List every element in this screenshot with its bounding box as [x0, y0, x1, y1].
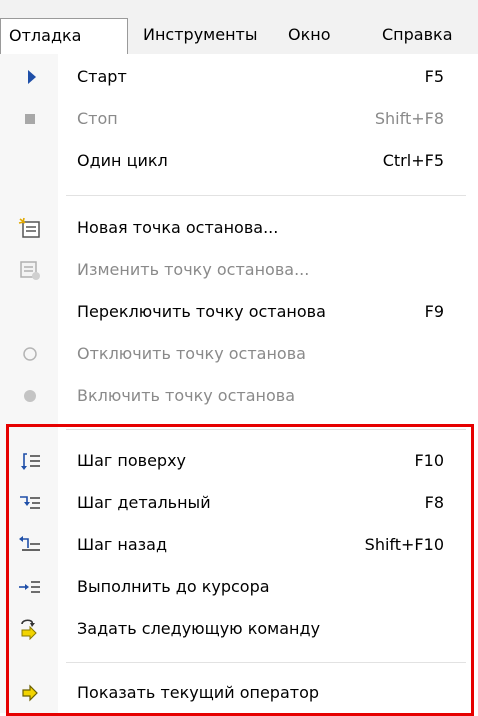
- menu-item-step-back[interactable]: Шаг назад Shift+F10: [0, 524, 478, 566]
- menu-item-edit-breakpoint[interactable]: Изменить точку останова...: [0, 249, 478, 291]
- menu-item-shortcut: Ctrl+F5: [382, 151, 444, 170]
- new-breakpoint-icon: [18, 217, 40, 238]
- menu-item-run-to-cursor[interactable]: Выполнить до курсора: [0, 566, 478, 608]
- menu-tools[interactable]: Инструменты: [143, 18, 258, 54]
- menu-item-label: Новая точка останова...: [77, 218, 279, 237]
- menu-item-shortcut: Shift+F8: [374, 109, 444, 128]
- set-next-statement-icon: [21, 619, 37, 640]
- menu-item-label: Переключить точку останова: [77, 302, 326, 321]
- empty-circle-icon: [23, 347, 37, 361]
- menu-item-step-into[interactable]: Шаг детальный F8: [0, 482, 478, 524]
- menu-item-label: Стоп: [77, 109, 118, 128]
- menu-item-shortcut: F5: [424, 67, 444, 86]
- menu-item-label: Выполнить до курсора: [77, 577, 270, 596]
- menu-item-new-breakpoint[interactable]: Новая точка останова...: [0, 207, 478, 249]
- menu-item-shortcut: F8: [424, 493, 444, 512]
- menu-separator: [66, 195, 466, 196]
- edit-breakpoint-icon: [20, 261, 40, 280]
- play-icon: [28, 70, 36, 84]
- menu-item-label: Показать текущий оператор: [77, 683, 320, 702]
- menu-item-label: Включить точку останова: [77, 386, 295, 405]
- menu-item-disable-breakpoint[interactable]: Отключить точку останова: [0, 333, 478, 375]
- menu-debug[interactable]: Отладка: [0, 18, 128, 55]
- step-back-icon: [19, 536, 40, 551]
- menu-item-toggle-breakpoint[interactable]: Переключить точку останова F9: [0, 291, 478, 333]
- debug-dropdown-menu: Старт F5 Стоп Shift+F8 Один цикл Ctrl+F5…: [0, 54, 478, 716]
- menu-item-label: Старт: [77, 67, 127, 86]
- menu-item-label: Изменить точку останова...: [77, 260, 310, 279]
- menu-item-step-over[interactable]: Шаг поверху F10: [0, 440, 478, 482]
- menu-item-shortcut: F10: [414, 451, 444, 470]
- menu-help[interactable]: Справка: [382, 18, 453, 54]
- menu-item-start[interactable]: Старт F5: [0, 56, 478, 98]
- menu-window[interactable]: Окно: [288, 18, 331, 54]
- menu-item-shortcut: F9: [424, 302, 444, 321]
- show-current-statement-icon: [22, 684, 38, 702]
- run-to-cursor-icon: [19, 581, 40, 593]
- menu-item-stop[interactable]: Стоп Shift+F8: [0, 98, 478, 140]
- menu-item-show-current-statement[interactable]: Показать текущий оператор: [0, 672, 478, 714]
- menu-separator: [66, 662, 466, 663]
- menu-item-enable-breakpoint[interactable]: Включить точку останова: [0, 375, 478, 417]
- menu-bar: Отладка Инструменты Окно Справка: [0, 0, 478, 55]
- filled-circle-icon: [24, 390, 36, 402]
- menu-item-single-cycle[interactable]: Один цикл Ctrl+F5: [0, 140, 478, 182]
- menu-item-label: Задать следующую команду: [77, 619, 321, 638]
- step-over-icon: [21, 453, 40, 470]
- menu-item-label: Шаг назад: [77, 535, 168, 554]
- stop-icon: [25, 114, 35, 124]
- menu-item-set-next-statement[interactable]: Задать следующую команду: [0, 608, 478, 650]
- menu-item-label: Шаг детальный: [77, 493, 211, 512]
- menu-item-label: Один цикл: [77, 151, 168, 170]
- menu-item-label: Отключить точку останова: [77, 344, 306, 363]
- step-into-icon: [20, 496, 40, 509]
- menu-separator: [66, 429, 466, 430]
- menu-item-label: Шаг поверху: [77, 451, 187, 470]
- menu-item-shortcut: Shift+F10: [364, 535, 444, 554]
